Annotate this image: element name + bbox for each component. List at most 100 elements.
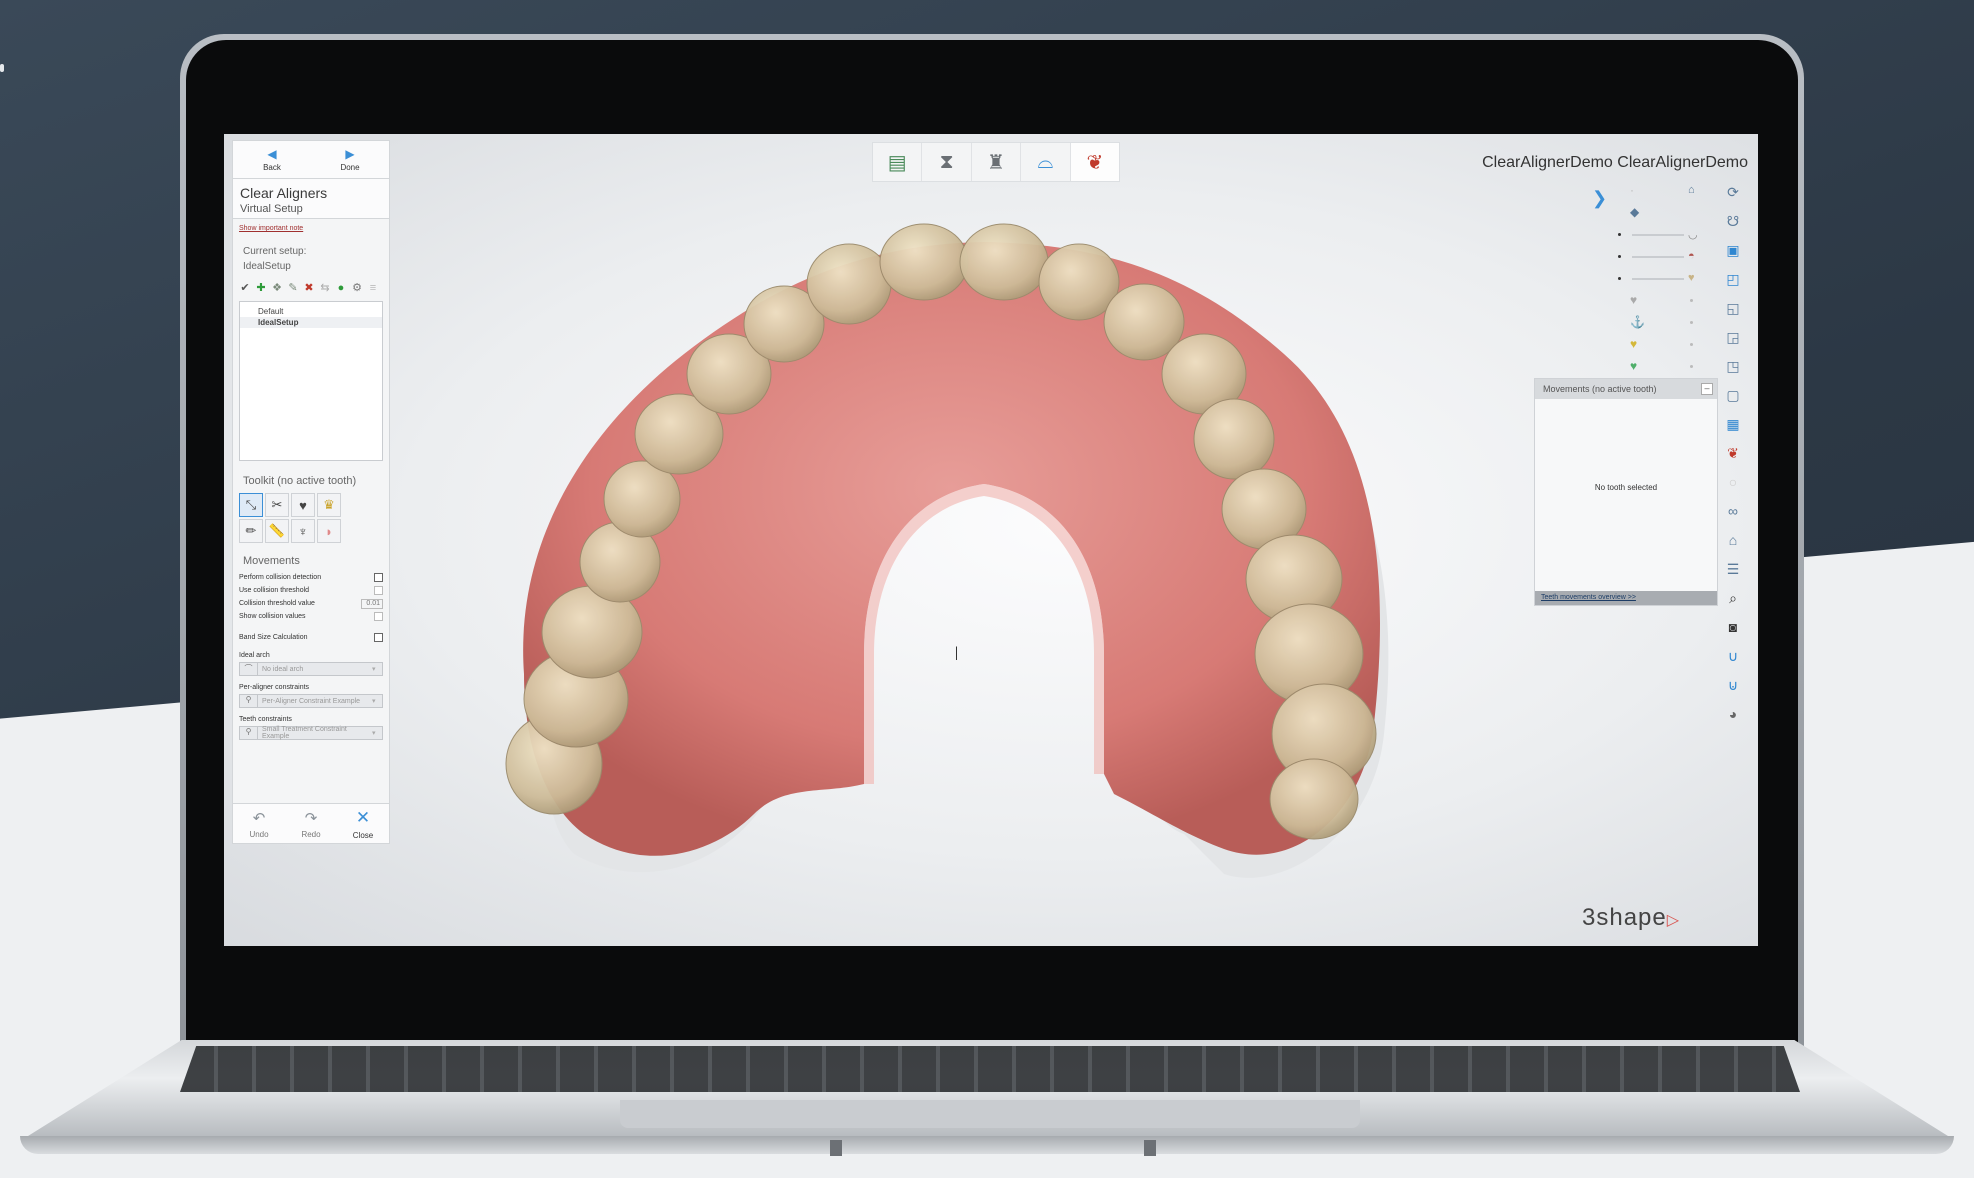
- rotate-view-icon[interactable]: ⟳: [1721, 180, 1745, 204]
- collision-threshold-label: Use collision threshold: [239, 587, 310, 594]
- show-collision-values-option: Show collision values: [233, 610, 389, 623]
- collision-threshold-value-option: Collision threshold value 0.01: [233, 597, 389, 610]
- logo-triangle-icon: ▷: [1666, 912, 1681, 929]
- compare-icon[interactable]: ⇆: [319, 282, 331, 294]
- view-left-icon[interactable]: ◱: [1721, 296, 1745, 320]
- root-tool-icon[interactable]: ♆: [291, 519, 315, 543]
- laptop-base-edge: [20, 1136, 1954, 1154]
- chevron-down-icon: ▾: [372, 666, 376, 673]
- crown-tool-icon[interactable]: ♛: [317, 493, 341, 517]
- slider-track[interactable]: [1632, 278, 1684, 280]
- setup-item[interactable]: IdealSetup: [240, 317, 382, 328]
- dental-arch-model[interactable]: [224, 134, 1758, 946]
- view-right-icon[interactable]: ◲: [1721, 325, 1745, 349]
- view-top-icon[interactable]: ◳: [1721, 354, 1745, 378]
- mouth-icon[interactable]: ⌂: [1688, 184, 1695, 196]
- layers-icon[interactable]: ☰: [1721, 557, 1745, 581]
- edit-setup-icon[interactable]: ✎: [287, 282, 299, 294]
- pip: [1690, 321, 1693, 324]
- tooth-step-icon[interactable]: ♜: [972, 143, 1022, 181]
- per-aligner-select[interactable]: ⚲ Per-Aligner Constraint Example ▾: [239, 694, 383, 708]
- collision-detection-checkbox[interactable]: [374, 573, 383, 582]
- page-subtitle: Virtual Setup: [240, 203, 303, 215]
- check-icon[interactable]: ✔: [239, 282, 251, 294]
- sphere-icon[interactable]: ◕: [1721, 702, 1745, 726]
- camera-icon[interactable]: ◙: [1721, 615, 1745, 639]
- laptop-trackpad: [620, 1100, 1360, 1128]
- show-collision-values-checkbox[interactable]: [374, 612, 383, 621]
- important-note-link[interactable]: Show important note: [233, 219, 389, 236]
- setup-step-icon[interactable]: ❦: [1070, 143, 1120, 181]
- close-button[interactable]: ✕ Close: [337, 804, 389, 843]
- scissors-tool-icon[interactable]: ✂: [265, 493, 289, 517]
- teeth-constraints-select[interactable]: ⚲ Small Treatment Constraint Example ▾: [239, 726, 383, 740]
- upper-jaw-icon[interactable]: ∪: [1721, 644, 1745, 668]
- play-icon[interactable]: ●: [335, 282, 347, 294]
- scan-step-icon[interactable]: ▤: [873, 143, 923, 181]
- move-tooth-tool-icon[interactable]: ⤡: [239, 493, 263, 517]
- chevron-down-icon: ▾: [372, 730, 376, 737]
- list-icon[interactable]: ≡: [367, 282, 379, 294]
- threshold-value-input[interactable]: 0.01: [361, 598, 383, 609]
- link-icon[interactable]: ∞: [1721, 499, 1745, 523]
- left-panel: ◀ Back ▶ Done Clear Aligners Virtual Set…: [232, 140, 390, 844]
- visibility-row: ♥: [1618, 290, 1714, 312]
- tooth-yellow-icon[interactable]: ♥: [1630, 337, 1637, 351]
- delete-icon[interactable]: ✖: [303, 282, 315, 294]
- view-front-icon[interactable]: ▣: [1721, 238, 1745, 262]
- collision-threshold-checkbox[interactable]: [374, 586, 383, 595]
- slider-track[interactable]: [1632, 256, 1684, 258]
- pencil-tool-icon[interactable]: ✏: [239, 519, 263, 543]
- tooth-tool-icon[interactable]: ♥: [291, 493, 315, 517]
- tooth-green-icon[interactable]: ♥: [1630, 359, 1637, 373]
- visibility-row: ◡: [1618, 224, 1714, 246]
- both-jaws-icon[interactable]: ⊍: [1721, 673, 1745, 697]
- redo-button[interactable]: ↷ Redo: [285, 804, 337, 843]
- teeth-movements-link[interactable]: Teeth movements overview >>: [1535, 591, 1717, 605]
- page-title: Clear Aligners: [240, 185, 328, 201]
- view-back-icon[interactable]: ◰: [1721, 267, 1745, 291]
- gum-icon[interactable]: ◓: [1688, 250, 1695, 262]
- bullet-icon: [1618, 255, 1621, 258]
- tooth-outline-icon[interactable]: ◡: [1688, 228, 1698, 241]
- setup-item[interactable]: Default: [240, 306, 382, 317]
- ideal-arch-select[interactable]: ⌒ No ideal arch ▾: [239, 662, 383, 676]
- movements-panel-title: Movements (no active tooth): [1543, 384, 1657, 394]
- minimize-icon[interactable]: –: [1701, 383, 1713, 395]
- chevron-right-icon[interactable]: ❯: [1592, 188, 1607, 209]
- zoom-icon[interactable]: ⌕: [1721, 586, 1745, 610]
- tooth-shade-icon[interactable]: ♥: [1688, 272, 1695, 284]
- done-label: Done: [340, 162, 360, 172]
- view-bottom-icon[interactable]: ▢: [1721, 383, 1745, 407]
- settings-icon[interactable]: ⚙: [351, 282, 363, 294]
- grid-icon[interactable]: ▦: [1721, 412, 1745, 436]
- nav-row: ◀ Back ▶ Done: [233, 141, 389, 179]
- slider-track[interactable]: [1632, 234, 1684, 236]
- paint-icon[interactable]: ⌂: [1721, 528, 1745, 552]
- copy-setup-icon[interactable]: ❖: [271, 282, 283, 294]
- current-setup-value: IdealSetup: [243, 261, 291, 272]
- jaw-view-icon[interactable]: ☋: [1721, 209, 1745, 233]
- attachment-icon[interactable]: ⚓: [1630, 315, 1645, 329]
- tooth-blue-icon[interactable]: ◆: [1630, 205, 1639, 219]
- ruler-tool-icon[interactable]: 📏: [265, 519, 289, 543]
- tooth-grey-icon[interactable]: ♥: [1630, 293, 1637, 307]
- tooth-red-icon[interactable]: ❦: [1721, 441, 1745, 465]
- logo-text: 3shape: [1582, 904, 1667, 931]
- pip: [1690, 365, 1693, 368]
- close-label: Close: [352, 830, 374, 840]
- back-button[interactable]: ◀ Back: [233, 141, 311, 178]
- aligner-step-icon[interactable]: ⌓: [1021, 143, 1071, 181]
- teeth-constraints-label: Teeth constraints: [239, 716, 292, 723]
- add-icon[interactable]: ✚: [255, 282, 267, 294]
- done-button[interactable]: ▶ Done: [311, 141, 389, 178]
- collision-threshold-option: Use collision threshold: [233, 584, 389, 597]
- undo-button[interactable]: ↶ Undo: [233, 804, 285, 843]
- gum-tool-icon[interactable]: ◗: [317, 519, 341, 543]
- band-size-checkbox[interactable]: [374, 633, 383, 642]
- right-toolbar: ⟳ ☋ ▣ ◰ ◱ ◲ ◳ ▢ ▦ ❦ ○ ∞ ⌂ ☰ ⌕ ◙ ∪ ⊍ ◕: [1720, 180, 1746, 726]
- visibility-controls: · ⌂ ◆ ◡ ◓ ♥ ♥ ⚓ ♥ ♥: [1618, 180, 1714, 378]
- blank-icon[interactable]: ○: [1721, 470, 1745, 494]
- title-block: Clear Aligners Virtual Setup: [233, 179, 389, 219]
- cut-step-icon[interactable]: ⧗: [922, 143, 972, 181]
